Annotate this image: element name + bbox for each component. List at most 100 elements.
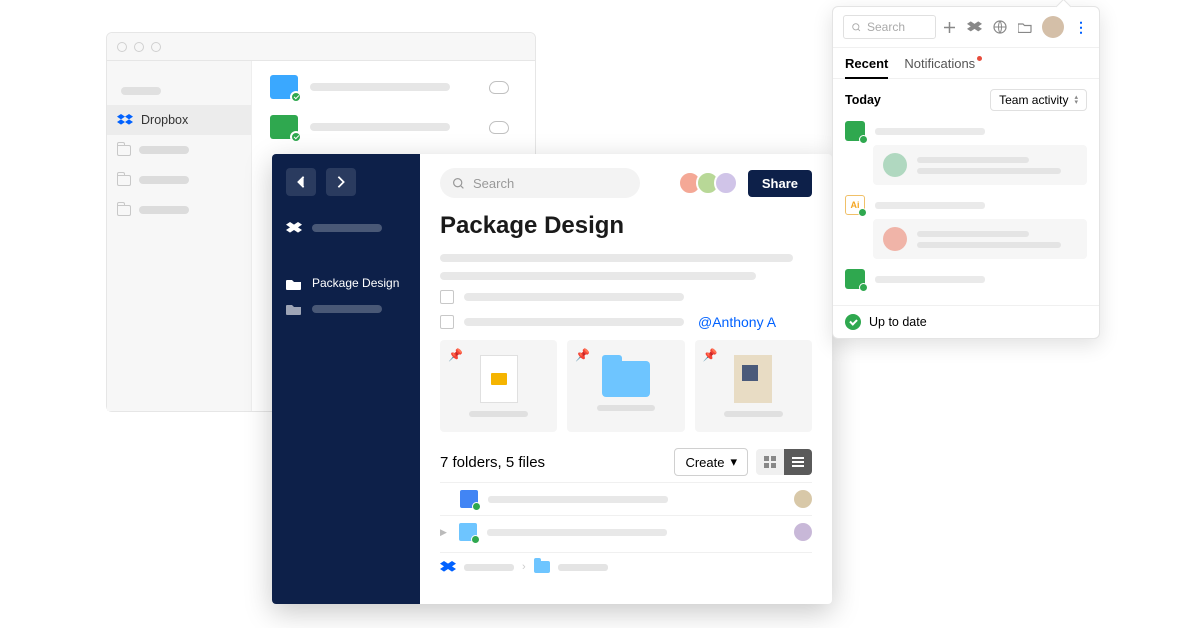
sidebar-item-package-design[interactable]: Package Design: [272, 270, 420, 296]
search-icon: [851, 22, 862, 33]
activity-detail: [873, 219, 1087, 259]
activity-item[interactable]: Ai: [845, 191, 1087, 259]
collaborator-avatars[interactable]: [684, 171, 738, 195]
folder-icon: [286, 302, 302, 315]
check-circle-icon: [845, 314, 861, 330]
grid-view-button[interactable]: [756, 449, 784, 475]
text-stub: [440, 272, 756, 280]
chevron-down-icon: ▾: [730, 454, 737, 470]
more-button[interactable]: ⋮: [1074, 19, 1089, 36]
document-icon: [734, 355, 772, 403]
chevron-right-icon: ›: [522, 561, 526, 573]
sidebar-item-dropbox[interactable]: Dropbox: [107, 105, 251, 135]
attachment-card-doc[interactable]: 📌: [695, 340, 812, 432]
notification-dot-icon: [977, 56, 982, 61]
file-row[interactable]: [270, 75, 517, 99]
checklist-item[interactable]: [440, 290, 812, 304]
activity-detail: [873, 145, 1087, 185]
illustrator-icon: Ai: [845, 195, 865, 215]
tray-panel: Search ⋮ Recent Notifications Today Team…: [832, 6, 1100, 339]
sidebar-item-folder[interactable]: [107, 195, 251, 225]
finder-sidebar: Dropbox: [107, 61, 252, 411]
activity-item[interactable]: [845, 117, 1087, 185]
activity-filter-select[interactable]: Team activity▴▾: [990, 89, 1087, 111]
attachment-card-folder[interactable]: 📌: [567, 340, 684, 432]
sidebar-item-folder[interactable]: [107, 135, 251, 165]
paper-window: Package Design Search Share Package Desi…: [272, 154, 832, 604]
sheets-icon: [845, 269, 865, 289]
tray-search-input[interactable]: Search: [843, 15, 936, 39]
file-row[interactable]: [270, 115, 517, 139]
checkbox[interactable]: [440, 315, 454, 329]
dropbox-icon: [117, 114, 133, 126]
checklist-item[interactable]: @Anthony A: [440, 314, 812, 330]
sheets-icon: [845, 121, 865, 141]
activity-item[interactable]: [845, 265, 1087, 293]
sync-badge-icon: [290, 91, 302, 103]
sidebar-item-folder[interactable]: [107, 165, 251, 195]
sync-badge-icon: [859, 135, 868, 144]
user-avatar[interactable]: [1042, 16, 1064, 38]
avatar: [794, 523, 812, 541]
traffic-minimize[interactable]: [134, 42, 144, 52]
cloud-icon[interactable]: [489, 121, 509, 134]
breadcrumb: ›: [440, 552, 812, 573]
document-title[interactable]: Package Design: [440, 212, 812, 240]
checkbox[interactable]: [440, 290, 454, 304]
folder-icon: [534, 561, 550, 573]
create-button[interactable]: Create▾: [674, 448, 748, 476]
dropbox-icon[interactable]: [967, 20, 982, 35]
avatar: [714, 171, 738, 195]
folder-count-label: 7 folders, 5 files: [440, 454, 545, 471]
list-view-button[interactable]: [784, 449, 812, 475]
folder-icon: [286, 277, 302, 290]
dropbox-icon: [286, 222, 302, 234]
section-heading: Today: [845, 93, 881, 107]
globe-icon[interactable]: [992, 20, 1007, 35]
slides-icon: [480, 355, 518, 403]
tab-recent[interactable]: Recent: [845, 56, 888, 79]
tab-notifications[interactable]: Notifications: [904, 56, 975, 78]
search-input[interactable]: Search: [440, 168, 640, 198]
folder-icon[interactable]: [1017, 20, 1032, 35]
folder-icon: [602, 361, 650, 397]
sync-badge-icon: [859, 283, 868, 292]
pin-icon: 📌: [448, 348, 463, 362]
sidebar-item-folder[interactable]: [272, 296, 420, 321]
view-toggle: [756, 449, 812, 475]
folder-icon: [117, 205, 131, 216]
sidebar-label: Dropbox: [141, 113, 188, 127]
nav-forward-button[interactable]: [326, 168, 356, 196]
text-stub: [440, 254, 793, 262]
cloud-icon[interactable]: [489, 81, 509, 94]
traffic-zoom[interactable]: [151, 42, 161, 52]
pin-icon: 📌: [703, 348, 718, 362]
expand-caret-icon[interactable]: ▶: [440, 527, 447, 538]
avatar: [883, 153, 907, 177]
folder-icon: [459, 523, 477, 541]
sidebar-item-label: Package Design: [312, 276, 399, 290]
folder-icon: [117, 175, 131, 186]
sync-badge-icon: [290, 131, 302, 143]
breadcrumb-item[interactable]: [558, 564, 608, 571]
nav-back-button[interactable]: [286, 168, 316, 196]
file-icon: [270, 75, 298, 99]
mention[interactable]: @Anthony A: [698, 314, 776, 330]
sync-status: Up to date: [833, 305, 1099, 338]
sync-badge-icon: [471, 535, 480, 544]
list-item[interactable]: [440, 482, 812, 515]
list-item[interactable]: ▶: [440, 515, 812, 548]
traffic-close[interactable]: [117, 42, 127, 52]
breadcrumb-item[interactable]: [464, 564, 514, 571]
sync-badge-icon: [858, 208, 867, 217]
paper-main: Search Share Package Design @Anthony A 📌…: [420, 154, 832, 604]
paper-sidebar: Package Design: [272, 154, 420, 604]
sync-badge-icon: [472, 502, 481, 511]
add-button[interactable]: [942, 20, 957, 35]
sidebar-item-home[interactable]: [272, 216, 420, 240]
attachment-card-slides[interactable]: 📌: [440, 340, 557, 432]
dropbox-icon: [440, 561, 456, 573]
file-icon: [270, 115, 298, 139]
avatar: [794, 490, 812, 508]
share-button[interactable]: Share: [748, 170, 812, 197]
